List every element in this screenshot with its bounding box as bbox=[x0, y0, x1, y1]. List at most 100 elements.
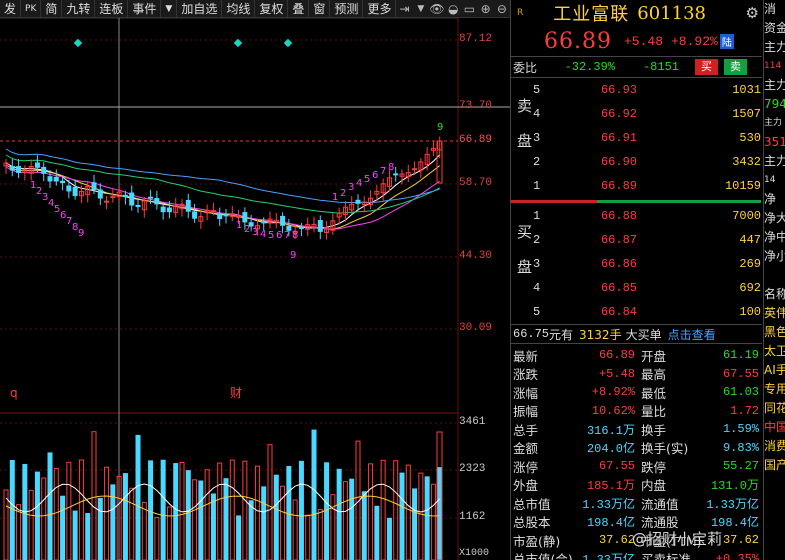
toolbar-item-lianban[interactable]: 连板 bbox=[95, 0, 129, 18]
more-button[interactable]: 更多 bbox=[363, 0, 397, 18]
price-axis-label: 87.12 bbox=[459, 33, 493, 45]
stock-code: 601138 bbox=[637, 2, 706, 24]
overlay-button[interactable]: 叠 bbox=[288, 0, 310, 18]
stat-key: 最新 bbox=[513, 348, 539, 364]
ma-button[interactable]: 均线 bbox=[222, 0, 256, 18]
ask-row[interactable]: 5 66.93 1031 bbox=[511, 78, 762, 102]
bid-row[interactable]: 5 66.84 100 bbox=[511, 300, 762, 324]
side-col-item: 净中 bbox=[764, 230, 785, 244]
bid-row[interactable]: 4 66.85 692 bbox=[511, 276, 762, 300]
volume-unit-label: X1000 bbox=[459, 548, 490, 559]
volume-axis-label: 2323 bbox=[459, 463, 486, 475]
stat-row: 涨停 67.55 跌停 55.27 bbox=[511, 457, 762, 476]
stat-value-2: 55.27 bbox=[722, 459, 759, 474]
svg-text:2: 2 bbox=[244, 224, 250, 235]
side-col-item: 净 bbox=[764, 192, 777, 206]
ask-price: 66.90 bbox=[600, 155, 637, 169]
zoom-out-icon[interactable]: ⊖ bbox=[494, 0, 510, 18]
bid-row[interactable]: 1 66.88 7000 bbox=[511, 204, 762, 228]
toolbar-item-jian[interactable]: 简 bbox=[41, 0, 63, 18]
side-col-item: 114 bbox=[764, 61, 782, 71]
price-axis-label: 73.70 bbox=[459, 100, 493, 112]
side-col-item: 资金 bbox=[764, 21, 785, 35]
stat-value: 1.33万亿 bbox=[582, 497, 635, 512]
stat-value: 66.89 bbox=[598, 348, 635, 363]
ask-volume: 10159 bbox=[724, 179, 761, 193]
stat-value-2: 67.55 bbox=[722, 366, 759, 381]
bid-volume: 692 bbox=[739, 281, 761, 295]
stat-value-2: 1.59% bbox=[722, 422, 759, 437]
stat-key-2: 内盘 bbox=[641, 478, 667, 494]
zoom-in-icon[interactable]: ⊕ bbox=[478, 0, 494, 18]
gear-icon[interactable]: ⚙ bbox=[746, 4, 759, 22]
side-col-item: 国产 bbox=[764, 458, 785, 472]
window-button[interactable]: 窗 bbox=[309, 0, 331, 18]
view-details-link[interactable]: 点击查看 bbox=[668, 326, 716, 343]
clear-icon[interactable]: ▭ bbox=[461, 0, 477, 18]
stat-value: 198.4亿 bbox=[586, 516, 635, 531]
svg-text:7: 7 bbox=[284, 230, 290, 241]
kline-chart[interactable]: 123456789123456789123456789 87.12 73.70 … bbox=[0, 18, 510, 560]
svg-text:3: 3 bbox=[252, 227, 258, 238]
marker-q: q bbox=[10, 386, 18, 400]
ask-row[interactable]: 3 66.91 530 bbox=[511, 126, 762, 150]
stat-key-2: 最低 bbox=[641, 385, 667, 401]
stat-value: 204.0亿 bbox=[586, 442, 635, 457]
ask-level: 5 bbox=[533, 83, 541, 97]
svg-text:5: 5 bbox=[268, 230, 274, 241]
back-arrow-icon[interactable]: ⇥ bbox=[396, 0, 412, 18]
add-watchlist-button[interactable]: 加自选 bbox=[177, 0, 223, 18]
volume-bars bbox=[3, 429, 443, 560]
bid-row[interactable]: 3 66.86 269 bbox=[511, 252, 762, 276]
side-col-item: 专用 bbox=[764, 382, 785, 396]
svg-text:2: 2 bbox=[340, 188, 346, 199]
ask-book: 卖盘 5 66.93 1031 4 66.92 1507 3 66.91 530 2 66.90 34… bbox=[511, 78, 762, 198]
stat-key-2: 换手(实) bbox=[641, 441, 689, 457]
stat-value: 185.1万 bbox=[586, 479, 635, 494]
stat-row: 涨幅 +8.92% 最低 61.03 bbox=[511, 383, 762, 402]
bid-row[interactable]: 2 66.87 447 bbox=[511, 228, 762, 252]
buy-button[interactable]: 买 bbox=[695, 59, 718, 75]
stat-value: 316.1万 bbox=[586, 423, 635, 438]
ask-side-label: 卖盘 bbox=[515, 98, 533, 168]
side-column-clipped: 消资金主力 114 主力 794 主力 351 主力 14 净净大净中净小名称英伟黑色太卫 AI手… bbox=[763, 0, 785, 560]
toolbar-item-jiuzhuan[interactable]: 九转 bbox=[62, 0, 96, 18]
kline-svg[interactable]: 1234567891 2 3 4 5 6 7 891 23 4 5 6 7 89 bbox=[0, 18, 510, 560]
dropdown-icon[interactable]: ▼ bbox=[413, 0, 429, 18]
stat-value-2: 61.03 bbox=[722, 385, 759, 400]
svg-text:3: 3 bbox=[348, 182, 354, 193]
stat-value-2: 61.19 bbox=[722, 348, 759, 363]
toolbar-dropdown[interactable]: ▼ bbox=[161, 0, 178, 18]
toolbar-item-fa[interactable]: 发 bbox=[0, 0, 22, 18]
bid-price: 66.87 bbox=[600, 233, 637, 247]
marker-earnings[interactable]: 财 bbox=[230, 384, 242, 401]
sell-button[interactable]: 卖 bbox=[724, 59, 747, 75]
stat-row: 外盘 185.1万 内盘 131.0万 bbox=[511, 476, 762, 495]
toolbar-item-pk[interactable]: PK bbox=[21, 0, 42, 18]
stat-value: 1.33万亿 bbox=[547, 550, 635, 560]
eye-icon[interactable]: 👁 bbox=[429, 0, 445, 18]
stat-value-2: 1.33万亿 bbox=[706, 497, 759, 512]
price-change-pct: +8.92% bbox=[671, 33, 718, 49]
ask-row[interactable]: 2 66.90 3432 bbox=[511, 150, 762, 174]
adjust-button[interactable]: 复权 bbox=[255, 0, 289, 18]
side-col-item: 同花 bbox=[764, 401, 785, 415]
title-row: R 工业富联 601138 ⚙ bbox=[511, 0, 762, 26]
stat-key: 市盈(静) bbox=[513, 533, 561, 549]
side-col-item bbox=[764, 266, 785, 285]
ask-price: 66.92 bbox=[600, 107, 637, 121]
stat-value-2: +0.35% bbox=[715, 551, 759, 560]
toolbar-item-event[interactable]: 事件 bbox=[128, 0, 162, 18]
quote-panel: R 工业富联 601138 ⚙ 66.89 +5.48 +8.92% 陆 委比 … bbox=[510, 0, 762, 560]
hide-icon[interactable]: ◒ bbox=[445, 0, 461, 18]
watermark: @招财小宝莉 bbox=[632, 530, 723, 548]
ask-volume: 1031 bbox=[732, 83, 761, 97]
svg-text:9: 9 bbox=[78, 228, 84, 239]
side-col-item: AI手 bbox=[764, 363, 785, 377]
svg-text:9: 9 bbox=[437, 122, 443, 133]
forecast-button[interactable]: 预测 bbox=[330, 0, 364, 18]
ask-row[interactable]: 1 66.89 10159 bbox=[511, 174, 762, 198]
ask-row[interactable]: 4 66.92 1507 bbox=[511, 102, 762, 126]
volume-axis-label: 3461 bbox=[459, 416, 486, 428]
svg-text:7: 7 bbox=[380, 166, 386, 177]
